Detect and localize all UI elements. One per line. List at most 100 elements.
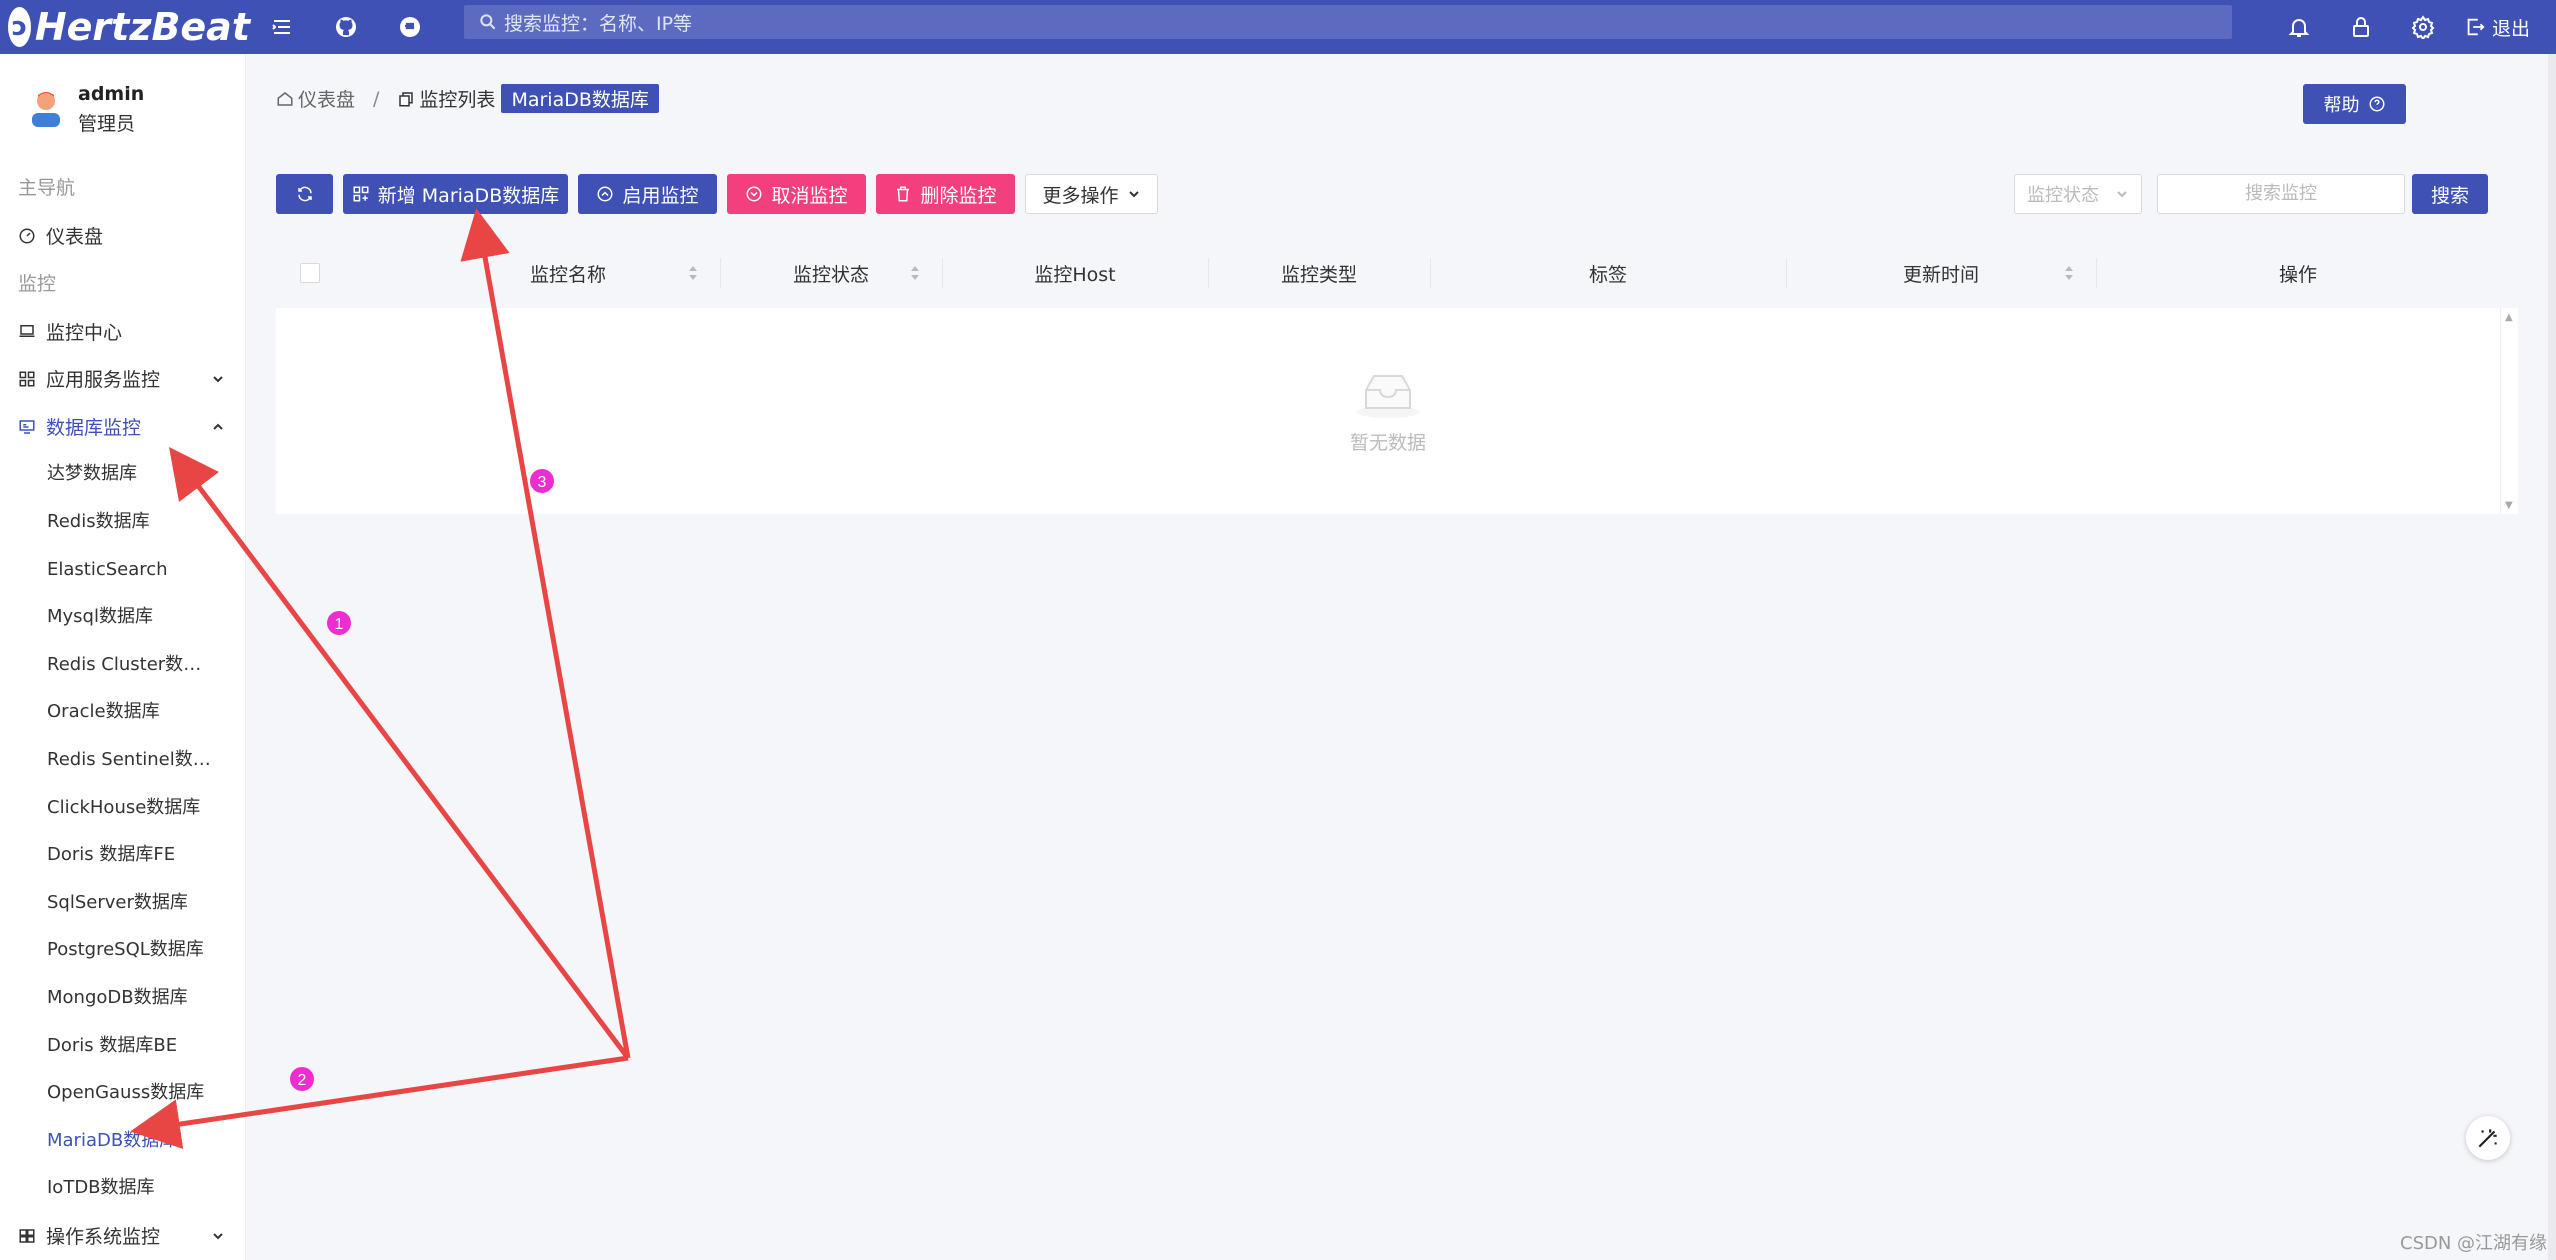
- sidebar-subitem-postgresql[interactable]: PostgreSQL数据库: [0, 926, 245, 974]
- chevron-down-icon: [213, 376, 223, 383]
- column-label: 监控类型: [1280, 263, 1357, 286]
- breadcrumb-home-label: 仪表盘: [298, 89, 356, 111]
- sidebar-subitem-redis[interactable]: Redis数据库: [0, 498, 245, 546]
- sidebar-subitem-redis-cluster[interactable]: Redis Cluster数据库: [0, 641, 245, 689]
- refresh-icon: [297, 186, 312, 202]
- column-label: 监控名称: [529, 263, 606, 286]
- column-label: 监控状态: [792, 263, 869, 286]
- up-circle-icon: [597, 186, 613, 202]
- sidebar-subitem-clickhouse[interactable]: ClickHouse数据库: [0, 784, 245, 832]
- page-scrollbar[interactable]: [2548, 54, 2556, 1260]
- magic-wand-button[interactable]: [2466, 1116, 2510, 1160]
- home-icon: [277, 91, 293, 106]
- inbox-empty-icon: [1356, 374, 1420, 418]
- gitee-icon[interactable]: [378, 0, 442, 54]
- monitor-status-select[interactable]: 监控状态: [2014, 174, 2142, 214]
- trash-icon: [897, 186, 910, 202]
- svg-text:2: 2: [298, 1072, 307, 1089]
- breadcrumb-separator: /: [373, 87, 380, 110]
- refresh-button[interactable]: [276, 174, 333, 214]
- sidebar-item-app-service[interactable]: 应用服务监控: [0, 355, 245, 403]
- empty-text: 暂无数据: [1349, 431, 1426, 454]
- sort-icon[interactable]: [910, 265, 920, 281]
- top-header: ↄ HertzBeat 搜索监控：名称、IP等 退出: [0, 0, 2556, 54]
- app-logo[interactable]: ↄ HertzBeat: [0, 5, 250, 49]
- github-icon[interactable]: [314, 0, 378, 54]
- scroll-up-arrow[interactable]: ▲: [2505, 312, 2515, 323]
- cancel-monitor-label: 取消监控: [771, 184, 848, 207]
- breadcrumb: 仪表盘 / 监控列表 MariaDB数据库: [276, 84, 659, 113]
- sort-icon[interactable]: [688, 265, 698, 281]
- sort-icon[interactable]: [2064, 265, 2074, 281]
- sidebar-subitem-mongodb[interactable]: MongoDB数据库: [0, 974, 245, 1022]
- sidebar-subitem-iotdb[interactable]: IoTDB数据库: [0, 1164, 245, 1212]
- notification-bell-icon[interactable]: [2268, 0, 2330, 54]
- breadcrumb-home[interactable]: 仪表盘: [276, 85, 355, 112]
- sidebar-item-label: 数据库监控: [46, 417, 142, 440]
- sidebar-subitem-doris-be[interactable]: Doris 数据库BE: [0, 1022, 245, 1070]
- database-submenu: 达梦数据库 Redis数据库 ElasticSearch Mysql数据库 Re…: [0, 450, 245, 1212]
- sidebar-item-label: 仪表盘: [46, 226, 104, 249]
- sidebar-subitem-oracle[interactable]: Oracle数据库: [0, 688, 245, 736]
- sidebar-item-os-monitor[interactable]: 操作系统监控: [0, 1212, 245, 1260]
- logout-icon: [2467, 18, 2485, 36]
- sidebar-item-database-monitor[interactable]: 数据库监控: [0, 403, 245, 451]
- delete-monitor-button[interactable]: 删除监控: [876, 174, 1015, 214]
- search-button[interactable]: 搜索: [2412, 174, 2488, 214]
- column-label: 操作: [2278, 263, 2317, 286]
- appstore-icon: [19, 371, 35, 387]
- column-label: 监控Host: [1034, 263, 1116, 286]
- enable-monitor-button[interactable]: 启用监控: [578, 174, 717, 214]
- sidebar-subitem-mysql[interactable]: Mysql数据库: [0, 593, 245, 641]
- svg-text:1: 1: [335, 616, 344, 633]
- nav-group-monitor: 监控: [18, 272, 57, 295]
- help-label: 帮助: [2323, 95, 2360, 116]
- sidebar-subitem-sqlserver[interactable]: SqlServer数据库: [0, 879, 245, 927]
- chevron-down-icon: [1128, 191, 1139, 198]
- column-header-tags: 标签: [1430, 238, 1786, 308]
- sidebar-item-monitor-center[interactable]: 监控中心: [0, 308, 245, 356]
- chevron-up-icon: [213, 423, 223, 430]
- question-circle-icon: [2369, 96, 2384, 112]
- sidebar-subitem-opengauss[interactable]: OpenGauss数据库: [0, 1069, 245, 1117]
- user-profile[interactable]: admin 管理员: [0, 54, 245, 164]
- column-header-type: 监控类型: [1208, 238, 1430, 308]
- dashboard-gauge-icon: [19, 228, 35, 244]
- sidebar-item-dashboard[interactable]: 仪表盘: [0, 212, 245, 260]
- cancel-monitor-button[interactable]: 取消监控: [727, 174, 866, 214]
- table-scrollbar[interactable]: ▲ ▼: [2500, 308, 2518, 514]
- laptop-icon: [19, 325, 35, 338]
- breadcrumb-monitor-list[interactable]: 监控列表: [397, 85, 495, 112]
- column-header-host: 监控Host: [942, 238, 1208, 308]
- search-button-label: 搜索: [2430, 184, 2469, 207]
- column-header-actions: 操作: [2096, 238, 2500, 308]
- column-header-name[interactable]: 监控名称: [276, 238, 720, 308]
- copy-icon: [399, 91, 414, 106]
- sidebar-subitem-redis-sentinel[interactable]: Redis Sentinel数据...: [0, 736, 245, 784]
- menu-toggle-icon[interactable]: [250, 0, 314, 54]
- down-circle-icon: [746, 186, 762, 202]
- monitor-search-input[interactable]: 搜索监控: [2157, 174, 2405, 214]
- sidebar-subitem-dameng[interactable]: 达梦数据库: [0, 450, 245, 498]
- sidebar-subitem-elasticsearch[interactable]: ElasticSearch: [0, 546, 245, 594]
- lock-icon[interactable]: [2330, 0, 2392, 54]
- chevron-down-icon: [2117, 191, 2127, 198]
- help-button[interactable]: 帮助: [2303, 84, 2406, 124]
- breadcrumb-current-tag: MariaDB数据库: [501, 84, 659, 113]
- settings-gear-icon[interactable]: [2392, 0, 2454, 54]
- monitor-table: 监控名称 监控状态 监控Host 监控类型 标签 更新时间 操作 暂无数据 ▲ …: [276, 238, 2518, 514]
- logout-button[interactable]: 退出: [2454, 14, 2556, 41]
- column-header-status[interactable]: 监控状态: [720, 238, 942, 308]
- csdn-watermark: CSDN @江湖有缘: [2400, 1233, 2548, 1254]
- scroll-down-arrow[interactable]: ▼: [2505, 500, 2515, 511]
- user-role: 管理员: [78, 112, 136, 135]
- sidebar-item-label: 操作系统监控: [46, 1226, 161, 1249]
- sidebar-subitem-mariadb[interactable]: MariaDB数据库: [0, 1117, 245, 1165]
- add-monitor-button[interactable]: 新增 MariaDB数据库: [343, 174, 568, 214]
- column-header-updated[interactable]: 更新时间: [1786, 238, 2096, 308]
- sidebar-subitem-doris-fe[interactable]: Doris 数据库FE: [0, 831, 245, 879]
- magic-wand-icon: [2478, 1129, 2497, 1148]
- more-actions-dropdown[interactable]: 更多操作: [1025, 174, 1158, 214]
- chevron-down-icon: [213, 1232, 223, 1240]
- global-search-input[interactable]: 搜索监控：名称、IP等: [464, 5, 2232, 39]
